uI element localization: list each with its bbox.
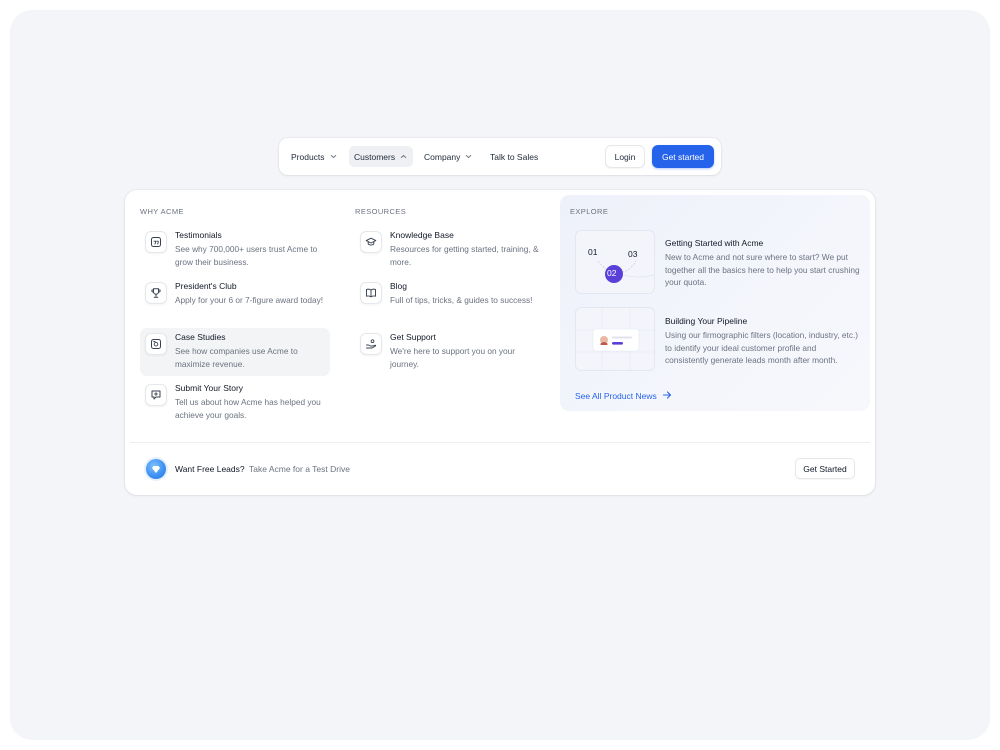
arrow-right-icon <box>662 390 672 402</box>
menu-item-desc: Apply for your 6 or 7-figure award today… <box>175 295 324 305</box>
see-all-product-news-link[interactable]: See All Product News <box>575 390 672 402</box>
chevron-up-icon <box>399 152 408 161</box>
book-icon <box>360 282 382 304</box>
footer-get-started-button[interactable]: Get Started <box>795 458 855 479</box>
nav-products-label: Products <box>291 151 325 162</box>
menu-item-testimonials[interactable]: Testimonials See why 700,000+ users trus… <box>140 226 330 274</box>
menu-item-knowledge-base[interactable]: Knowledge Base Resources for getting sta… <box>355 226 545 274</box>
step-label: 01 <box>588 247 598 257</box>
menu-item-desc: See why 700,000+ users trust Acme to gro… <box>175 244 318 267</box>
support-hand-icon <box>360 333 382 355</box>
case-study-icon <box>145 333 167 355</box>
menu-item-title: Blog <box>390 281 408 291</box>
chevron-down-icon <box>329 152 338 161</box>
login-button[interactable]: Login <box>605 145 645 168</box>
steps-illustration <box>597 260 654 283</box>
explore-card-title[interactable]: Getting Started with Acme <box>665 238 763 248</box>
customers-mega-menu: WHY ACME Testimonials See why 700,000+ u… <box>125 190 875 495</box>
nav-customers[interactable]: Customers <box>349 146 414 167</box>
resources-heading: RESOURCES <box>355 207 407 216</box>
menu-item-get-support[interactable]: Get Support We're here to support you on… <box>355 328 545 376</box>
menu-item-title: Get Support <box>390 332 436 342</box>
menu-item-desc: We're here to support you on your journe… <box>390 346 516 369</box>
graduation-cap-icon <box>360 231 382 253</box>
menu-item-desc: Tell us about how Acme has helped you ac… <box>175 397 321 420</box>
menu-item-title: Case Studies <box>175 332 226 342</box>
explore-card-desc: New to Acme and not sure where to start?… <box>665 252 860 287</box>
explore-section: EXPLORE 01 02 03 Getting Started with Ac… <box>560 195 870 411</box>
quote-icon <box>145 231 167 253</box>
explore-heading: EXPLORE <box>570 207 609 216</box>
menu-item-submit-story[interactable]: Submit Your Story Tell us about how Acme… <box>140 379 330 427</box>
menu-item-desc: Resources for getting started, training,… <box>390 244 539 267</box>
menu-item-desc: Full of tips, tricks, & guides to succes… <box>390 295 533 305</box>
explore-card-desc: Using our firmographic filters (location… <box>665 330 859 365</box>
pipeline-illustration <box>576 308 654 370</box>
chevron-down-icon <box>464 152 473 161</box>
nav-products[interactable]: Products <box>286 146 343 167</box>
top-navbar: Products Customers Company Talk to Sales… <box>279 138 721 175</box>
getting-started-thumbnail[interactable]: 01 02 03 <box>575 230 655 294</box>
pipeline-thumbnail[interactable] <box>575 307 655 371</box>
nav-customers-label: Customers <box>354 151 396 162</box>
menu-item-presidents-club[interactable]: President's Club Apply for your 6 or 7-f… <box>140 277 330 325</box>
menu-item-title: Testimonials <box>175 230 222 240</box>
why-acme-heading: WHY ACME <box>140 207 184 216</box>
footer-subtext: Take Acme for a Test Drive <box>249 464 350 474</box>
nav-company-label: Company <box>424 151 461 162</box>
menu-item-title: Submit Your Story <box>175 383 244 393</box>
menu-item-title: Knowledge Base <box>390 230 454 240</box>
gem-icon <box>146 459 166 479</box>
explore-card-title[interactable]: Building Your Pipeline <box>665 316 747 326</box>
nav-talk-to-sales[interactable]: Talk to Sales <box>485 146 543 167</box>
see-all-label: See All Product News <box>575 391 657 401</box>
menu-item-desc: See how companies use Acme to maximize r… <box>175 346 298 369</box>
footer-divider <box>130 442 870 443</box>
trophy-icon <box>145 282 167 304</box>
step-label-active: 02 <box>607 268 617 278</box>
nav-talk-to-sales-label: Talk to Sales <box>490 151 539 162</box>
step-label: 03 <box>628 249 638 259</box>
menu-item-title: President's Club <box>175 281 237 291</box>
nav-company[interactable]: Company <box>419 146 478 167</box>
footer-label: Want Free Leads? <box>175 464 245 474</box>
message-plus-icon <box>145 384 167 406</box>
menu-item-case-studies[interactable]: Case Studies See how companies use Acme … <box>140 328 330 376</box>
get-started-button[interactable]: Get started <box>652 145 714 168</box>
menu-item-blog[interactable]: Blog Full of tips, tricks, & guides to s… <box>355 277 545 325</box>
